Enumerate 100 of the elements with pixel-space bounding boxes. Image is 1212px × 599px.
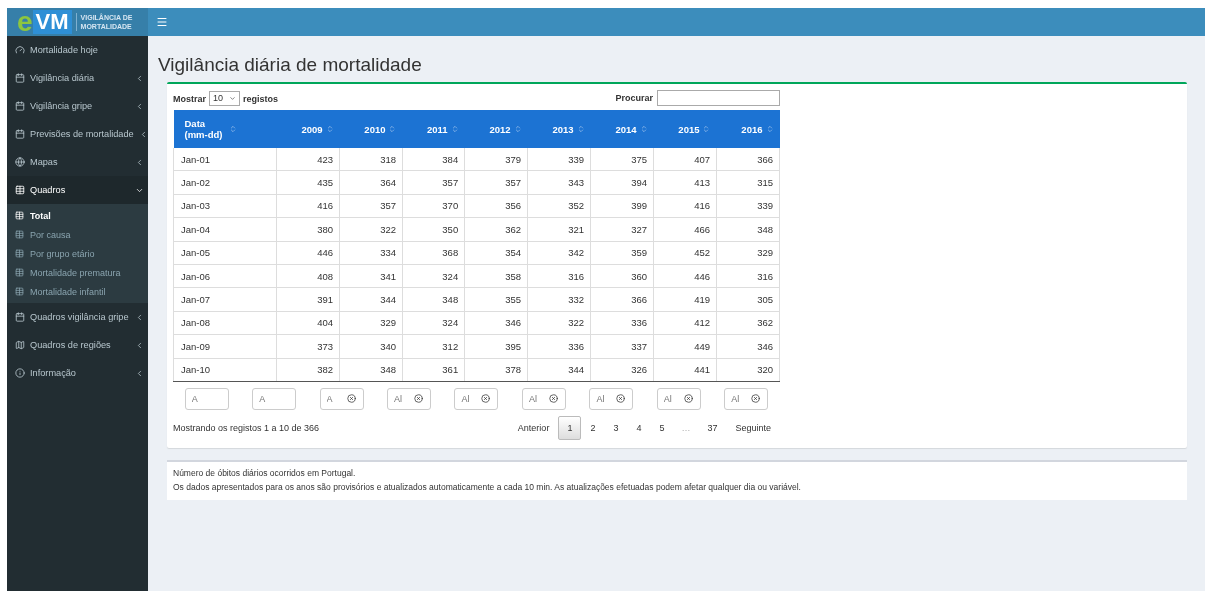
submenu-item[interactable]: Por causa — [7, 225, 148, 244]
sort-icon — [702, 125, 711, 133]
table-cell: 340 — [339, 334, 403, 358]
table-cell: 364 — [339, 170, 403, 195]
sort-icon — [228, 125, 237, 133]
table-cell: 339 — [527, 148, 591, 171]
filter-field[interactable]: Al — [724, 387, 769, 410]
table-cell: 342 — [527, 241, 591, 265]
column-header[interactable]: 2012 — [464, 110, 528, 148]
filter-field[interactable]: Al — [454, 387, 499, 410]
table-cell: 334 — [339, 241, 403, 265]
globe-icon — [15, 157, 25, 167]
table-cell: 395 — [464, 334, 528, 358]
table-cell: 360 — [590, 264, 654, 288]
sidebar-item[interactable]: Quadros — [7, 176, 148, 204]
table-cell: 316 — [527, 264, 591, 288]
column-header[interactable]: 2016 — [716, 110, 780, 148]
page-button[interactable]: 3 — [604, 415, 628, 440]
table-cell: 370 — [402, 194, 465, 218]
clear-icon[interactable] — [616, 393, 626, 403]
table-cell: Jan-01 — [173, 148, 277, 171]
menu-icon[interactable] — [156, 16, 168, 28]
sidebar-item[interactable]: Vigilância diária — [7, 64, 148, 92]
filter-field[interactable]: A — [184, 387, 229, 410]
table-cell: 357 — [464, 170, 528, 195]
filter-field[interactable]: Al — [387, 387, 432, 410]
page-button[interactable]: 5 — [650, 415, 674, 440]
table-cell: 357 — [339, 194, 403, 218]
table-cell: Jan-02 — [173, 170, 277, 195]
table-cell: 404 — [276, 311, 340, 335]
clear-icon[interactable] — [346, 393, 356, 403]
table-icon — [15, 211, 24, 220]
filter-field[interactable]: Al — [589, 387, 634, 410]
table-cell: 346 — [464, 311, 528, 335]
info-icon — [15, 368, 25, 378]
filter-field[interactable]: A — [319, 387, 364, 410]
search-field[interactable] — [657, 90, 780, 106]
column-header[interactable]: Data (mm-dd) — [173, 110, 277, 148]
table-cell: 322 — [527, 311, 591, 335]
page-button[interactable]: 4 — [627, 415, 651, 440]
column-header[interactable]: 2014 — [590, 110, 654, 148]
table-cell: 336 — [527, 334, 591, 358]
page-button[interactable]: 2 — [581, 415, 605, 440]
sidebar-item[interactable]: Quadros de regiões — [7, 331, 148, 359]
submenu-item[interactable]: Total — [7, 206, 148, 225]
sidebar-item[interactable]: Mortalidade hoje — [7, 36, 148, 64]
submenu-item[interactable]: Mortalidade infantil — [7, 282, 148, 301]
table-cell: 416 — [276, 194, 340, 218]
column-header[interactable]: 2013 — [527, 110, 591, 148]
table-cell: 412 — [653, 311, 717, 335]
table-cell: 329 — [339, 311, 403, 335]
table-cell: 399 — [590, 194, 654, 218]
table-info: Mostrando os registos 1 a 10 de 366 — [173, 422, 320, 433]
clear-icon[interactable] — [414, 393, 424, 403]
sidebar-item[interactable]: Previsões de mortalidade — [7, 120, 148, 148]
page-button[interactable]: 37 — [698, 415, 727, 440]
submenu-item[interactable]: Por grupo etário — [7, 244, 148, 263]
column-header[interactable]: 2009 — [276, 110, 340, 148]
clear-icon[interactable] — [548, 393, 558, 403]
sort-icon — [388, 125, 397, 133]
sidebar-item[interactable]: Mapas — [7, 148, 148, 176]
pagination-link[interactable]: Seguinte — [726, 415, 780, 440]
search-label: Procurar — [615, 93, 653, 103]
column-header[interactable]: 2015 — [653, 110, 717, 148]
table-cell: 361 — [402, 358, 465, 382]
show-label: Mostrar — [173, 93, 206, 103]
note-text: Os dados apresentados para os anos são provisórios e atualizados automaticamente a cada 10 min. As atualizações efetuadas podem afetar qualquer dia ou variável. — [173, 480, 802, 494]
table-cell: 352 — [527, 194, 591, 218]
sidebar-item[interactable]: Quadros vigilância gripe — [7, 303, 148, 331]
table-cell: 408 — [276, 264, 340, 288]
page-size-select[interactable]: 10 — [209, 90, 241, 106]
sidebar-item[interactable]: Vigilância gripe — [7, 92, 148, 120]
filter-field[interactable]: A — [252, 387, 297, 410]
table-cell: 359 — [590, 241, 654, 265]
table-cell: 380 — [276, 217, 340, 242]
clear-icon[interactable] — [481, 393, 491, 403]
column-header[interactable]: 2011 — [402, 110, 465, 148]
table-cell: 337 — [590, 334, 654, 358]
filter-field[interactable]: Al — [521, 387, 566, 410]
table-cell: 366 — [590, 287, 654, 312]
calendar-icon — [15, 101, 25, 111]
table-cell: 366 — [716, 148, 780, 171]
table-cell: Jan-07 — [173, 287, 277, 312]
submenu-item[interactable]: Mortalidade prematura — [7, 263, 148, 282]
column-header[interactable]: 2010 — [339, 110, 403, 148]
gauge-icon — [15, 45, 25, 55]
sidebar-item[interactable]: Informação — [7, 359, 148, 387]
table-cell: Jan-03 — [173, 194, 277, 218]
table-cell: 355 — [464, 287, 528, 312]
table-cell: 336 — [590, 311, 654, 335]
table-cell: 348 — [339, 358, 403, 382]
page-button[interactable]: 1 — [558, 415, 582, 440]
pagination-link[interactable]: Anterior — [508, 415, 559, 440]
filter-field[interactable]: Al — [656, 387, 701, 410]
table-cell: 384 — [402, 148, 465, 171]
table-cell: 315 — [716, 170, 780, 195]
table-cell: Jan-06 — [173, 264, 277, 288]
clear-icon[interactable] — [683, 393, 693, 403]
clear-icon[interactable] — [751, 393, 761, 403]
calendar-icon — [15, 73, 25, 83]
